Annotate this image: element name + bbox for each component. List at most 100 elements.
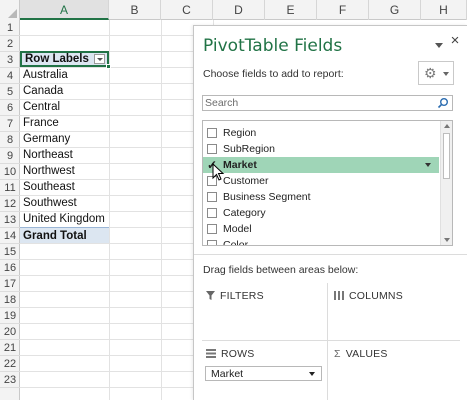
row-header[interactable]: 3 [0,52,20,68]
field-item-market[interactable]: ✓ Market [203,157,439,173]
row-header[interactable]: 19 [0,308,20,324]
search-icon[interactable] [437,97,449,109]
row-header[interactable]: 21 [0,340,20,356]
row-header[interactable]: 9 [0,148,20,164]
field-label: Category [223,207,266,219]
pivot-item[interactable]: Canada [20,83,109,99]
pane-splitter[interactable] [194,254,467,255]
field-checkbox[interactable] [207,224,217,234]
row-header[interactable]: 23 [0,372,20,388]
row-header[interactable]: 14 [0,228,20,244]
column-header-h[interactable]: H [421,0,467,20]
close-icon[interactable]: × [448,33,462,49]
pivot-item[interactable]: Australia [20,67,109,83]
filters-area-label: FILTERS [220,290,264,302]
pivot-grand-total[interactable]: Grand Total [20,227,109,243]
field-search-box[interactable] [202,95,453,111]
gear-icon: ⚙ [424,65,437,81]
pivot-item[interactable]: Central [20,99,109,115]
tools-button[interactable]: ⚙ [418,61,454,85]
field-checkbox[interactable] [207,144,217,154]
row-header[interactable]: 5 [0,84,20,100]
select-all-corner[interactable] [0,0,20,20]
sigma-icon: Σ [334,348,341,360]
field-list-scrollbar[interactable] [440,121,452,245]
rows-area-field-market[interactable]: Market [205,366,322,381]
values-area[interactable]: Σ VALUES [334,348,388,360]
field-label: Color [223,239,249,246]
rows-area[interactable]: ROWS [206,348,254,360]
row-labels-filter-button[interactable] [94,54,105,64]
choose-fields-label: Choose fields to add to report: [203,68,344,80]
pivot-item[interactable]: Northeast [20,147,109,163]
row-header[interactable]: 2 [0,36,20,52]
field-label: Market [223,159,257,171]
row-labels-text: Row Labels [25,53,89,65]
field-item-category[interactable]: Category [203,205,439,221]
search-input[interactable] [203,96,433,110]
row-header[interactable]: 6 [0,100,20,116]
field-checkbox[interactable] [207,240,217,245]
pivot-item[interactable]: Southwest [20,195,109,211]
pane-options-dropdown-icon[interactable] [434,40,444,50]
field-dropdown-icon[interactable] [425,163,431,167]
row-header[interactable]: 4 [0,68,20,84]
row-header[interactable]: 13 [0,212,20,228]
field-item-region[interactable]: Region [203,125,439,141]
selection-fill-handle[interactable] [106,64,111,69]
rows-area-label: ROWS [221,348,255,360]
row-header[interactable]: 17 [0,276,20,292]
column-header-c[interactable]: C [161,0,213,20]
pivot-item[interactable]: Southeast [20,179,109,195]
column-header-f[interactable]: F [317,0,369,20]
scroll-thumb[interactable] [443,133,450,179]
field-item-color[interactable]: Color [203,237,439,246]
row-header[interactable]: 12 [0,196,20,212]
field-item-model[interactable]: Model [203,221,439,237]
field-checkbox[interactable] [207,128,217,138]
drag-fields-label: Drag fields between areas below: [203,264,359,276]
area-divider [327,283,328,400]
pivot-item[interactable]: Germany [20,131,109,147]
field-item-business-segment[interactable]: Business Segment [203,189,439,205]
field-label: Model [223,223,252,235]
row-header[interactable]: 16 [0,260,20,276]
field-label: Region [223,127,257,139]
column-header-d[interactable]: D [213,0,265,20]
field-label: Business Segment [223,191,311,203]
pivot-row-labels-header[interactable]: Row Labels [20,51,109,67]
filter-funnel-icon [206,291,215,300]
row-header[interactable]: 15 [0,244,20,260]
row-header[interactable]: 22 [0,356,20,372]
scroll-down-icon[interactable] [444,238,450,242]
pivottable-fields-pane: PivotTable Fields × Choose fields to add… [193,25,467,400]
row-header[interactable]: 1 [0,20,20,36]
row-header[interactable]: 10 [0,164,20,180]
row-header[interactable]: 20 [0,324,20,340]
filters-area[interactable]: FILTERS [206,290,264,302]
row-header[interactable]: 11 [0,180,20,196]
columns-icon [334,291,344,300]
rows-field-label: Market [211,368,244,380]
row-header[interactable]: 7 [0,116,20,132]
field-list: Region SubRegion ✓ Market Customer Busin… [202,120,453,246]
columns-area[interactable]: COLUMNS [334,290,403,302]
field-item-subregion[interactable]: SubRegion [203,141,439,157]
field-label: SubRegion [223,143,275,155]
column-header-e[interactable]: E [265,0,317,20]
pivot-item[interactable]: France [20,115,109,131]
field-checkbox[interactable] [207,192,217,202]
pivot-item[interactable]: Northwest [20,163,109,179]
chevron-down-icon[interactable] [309,372,315,376]
field-checkbox[interactable] [207,208,217,218]
pivot-item[interactable]: United Kingdom [20,211,109,227]
row-header[interactable]: 18 [0,292,20,308]
field-label: Customer [223,175,269,187]
column-header-g[interactable]: G [369,0,421,20]
field-item-customer[interactable]: Customer [203,173,439,189]
mouse-cursor-icon [212,163,225,181]
row-header[interactable]: 8 [0,132,20,148]
column-header-b[interactable]: B [109,0,161,20]
scroll-up-icon[interactable] [444,124,450,128]
column-header-a[interactable]: A [20,0,109,20]
